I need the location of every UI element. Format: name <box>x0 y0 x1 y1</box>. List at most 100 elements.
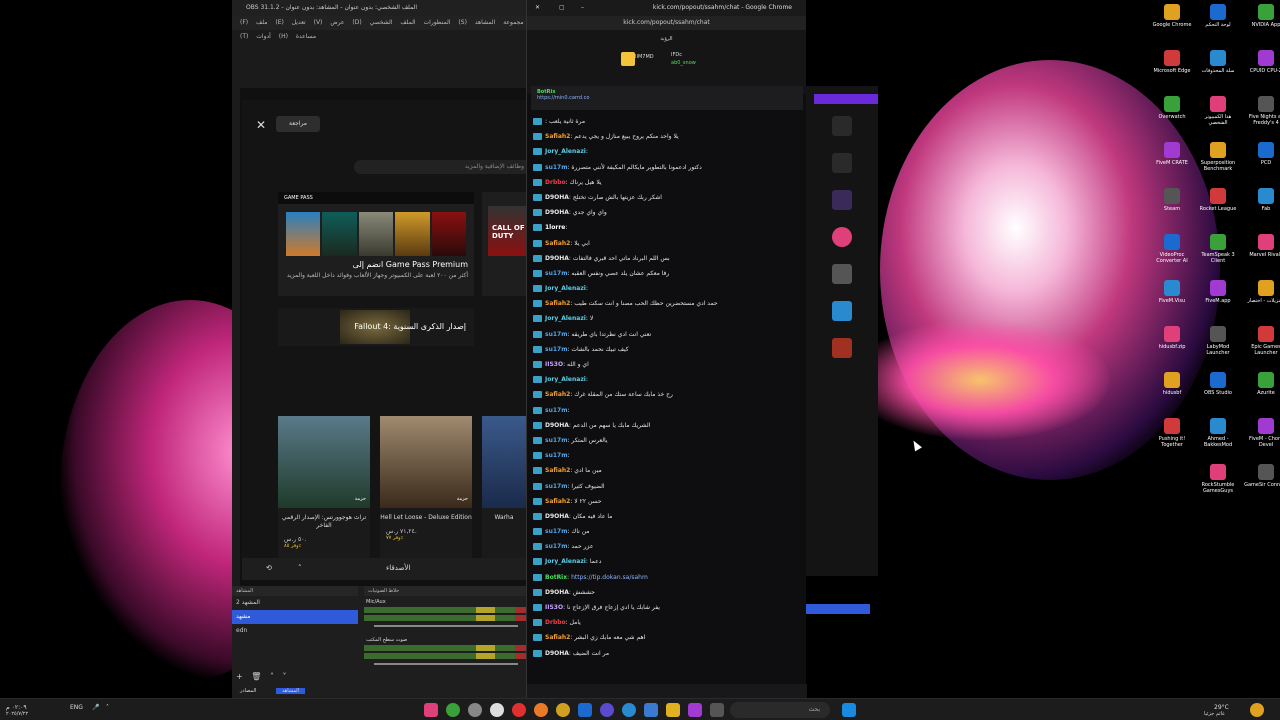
chat-username[interactable]: su17m <box>545 543 567 550</box>
desktop-shortcut[interactable]: Rocket League <box>1196 188 1240 212</box>
chat-username[interactable]: D9OHA <box>545 209 569 216</box>
chat-username[interactable]: Jory_Alenazi <box>545 558 586 565</box>
chat-username[interactable]: su17m <box>545 483 567 490</box>
scene-item[interactable]: المشهد 2 <box>232 596 358 610</box>
chat-username[interactable]: IIS3O <box>545 604 563 611</box>
game-tile-hogwarts[interactable]: حزمة تراث هوجوورتس: الإصدار الرقمي الفاخ… <box>278 416 370 560</box>
avatar[interactable] <box>832 227 852 247</box>
chevron-down-icon[interactable]: ˅ <box>283 672 287 681</box>
desktop-shortcut[interactable]: TeamSpeak 3 Client <box>1196 234 1240 264</box>
minimize-icon[interactable]: – <box>581 0 584 16</box>
chat-username[interactable]: Jory_Alenazi <box>545 376 586 383</box>
app-icon[interactable] <box>578 703 592 717</box>
friends-bar[interactable]: ⟲ ˄ الأصدقاء <box>242 558 532 580</box>
volume-slider[interactable] <box>374 663 518 665</box>
desktop-shortcut[interactable]: Microsoft Edge <box>1150 50 1194 74</box>
chat-username[interactable]: Safiah2 <box>545 391 570 398</box>
desktop-shortcut[interactable]: CPUID CPU-Z <box>1244 50 1280 74</box>
store-icon[interactable] <box>644 703 658 717</box>
chat-username[interactable]: Drbbo <box>545 179 566 186</box>
desktop-shortcut[interactable]: Pushing it! Together <box>1150 418 1194 448</box>
desktop-shortcut[interactable]: PCD <box>1244 142 1280 166</box>
chat-username[interactable]: su17m <box>545 528 567 535</box>
desktop-shortcut[interactable]: VideoProc Converter AI <box>1150 234 1194 264</box>
weather-temp[interactable]: 29°C <box>1214 704 1229 711</box>
desktop-shortcut[interactable]: Google Chrome <box>1150 4 1194 28</box>
chat-username[interactable]: su17m <box>545 437 567 444</box>
tab-sources[interactable]: المصادر <box>240 688 256 694</box>
chat-username[interactable]: Jory_Alenazi <box>545 315 586 322</box>
refresh-icon[interactable]: ⟲ <box>266 564 272 572</box>
restore-icon[interactable]: ▢ <box>559 0 565 16</box>
discord-icon[interactable] <box>600 703 614 717</box>
chat-username[interactable]: su17m <box>545 270 567 277</box>
chat-username[interactable]: Safiah2 <box>545 240 570 247</box>
desktop-shortcut[interactable]: FiveM.app <box>1196 280 1240 304</box>
desktop-shortcut[interactable]: Azurite <box>1244 372 1280 396</box>
chat-username[interactable]: D9OHA <box>545 422 569 429</box>
desktop-shortcut[interactable]: سلة المحذوفات <box>1196 50 1240 74</box>
url-bar[interactable]: kick.com/popout/ssahm/chat <box>527 16 806 30</box>
chat-username[interactable]: Safiah2 <box>545 467 570 474</box>
trash-icon[interactable]: 🗑 <box>251 672 261 681</box>
chevron-up-icon[interactable]: ˄ <box>106 704 109 711</box>
mic-icon[interactable]: 🎤 <box>92 704 99 711</box>
desktop-shortcut[interactable]: لوحة التحكم <box>1196 4 1240 28</box>
avatar[interactable] <box>832 190 852 210</box>
cod-card[interactable]: CALL OF DUTY <box>482 192 532 296</box>
chat-emote-bar[interactable] <box>527 684 807 698</box>
avatar[interactable] <box>832 301 852 321</box>
desktop-shortcut[interactable]: OBS Studio <box>1196 372 1240 396</box>
clock-time[interactable]: ٠٢:٠٩ م <box>6 704 27 711</box>
desktop-shortcut[interactable]: التنزيلات - اختصار <box>1244 280 1280 304</box>
chat-username[interactable]: Jory_Alenazi <box>545 148 586 155</box>
chat-username[interactable]: Drbbo <box>545 619 566 626</box>
desktop-shortcut[interactable]: Epic Games Launcher <box>1244 326 1280 356</box>
avatar[interactable] <box>832 264 852 284</box>
close-icon[interactable]: ✕ <box>256 118 266 132</box>
taskbar-search[interactable]: بحث <box>730 702 830 718</box>
add-icon[interactable]: + <box>236 672 243 681</box>
app-icon[interactable] <box>424 703 438 717</box>
app-icon[interactable] <box>710 703 724 717</box>
desktop-shortcut[interactable]: FiveM.Visu <box>1150 280 1194 304</box>
desktop-shortcut[interactable]: هذا الكمبيوتر الشخصي <box>1196 96 1240 126</box>
desktop-shortcut[interactable]: Ahmed - BakkesMod <box>1196 418 1240 448</box>
game-tile-hell-let-loose[interactable]: حزمة Hell Let Loose - Deluxe Edition ٧١,… <box>380 416 472 560</box>
scene-item[interactable]: edn <box>232 624 358 638</box>
chat-username[interactable]: Safiah2 <box>545 300 570 307</box>
desktop-shortcut[interactable]: FiveM - Chore Devel <box>1244 418 1280 448</box>
weather-desc[interactable]: غائم جزئيا <box>1204 711 1225 718</box>
windows-start-icon[interactable] <box>842 703 856 717</box>
chat-username[interactable]: Safiah2 <box>545 498 570 505</box>
chat-username[interactable]: D9OHA <box>545 255 569 262</box>
app-icon[interactable] <box>688 703 702 717</box>
scene-item-selected[interactable]: مشهد <box>232 610 358 624</box>
desktop-shortcut[interactable]: hidusbf <box>1150 372 1194 396</box>
chat-username[interactable]: D9OHA <box>545 513 569 520</box>
desktop-shortcut[interactable]: Marvel Rivals <box>1244 234 1280 258</box>
clock-date[interactable]: ٢٠٢٥/٧/٢٢ <box>6 711 28 718</box>
library-icon[interactable] <box>832 153 852 173</box>
chat-username[interactable]: su17m <box>545 346 567 353</box>
chat-username[interactable]: Safiah2 <box>545 133 570 140</box>
settings-icon[interactable] <box>468 703 482 717</box>
chat-username[interactable]: 1lorre <box>545 224 565 231</box>
desktop-shortcut[interactable]: RockStumble GamesGuys <box>1196 464 1240 494</box>
chat-username[interactable]: IIS3O <box>545 361 563 368</box>
chat-username[interactable]: su17m <box>545 331 567 338</box>
obs-icon[interactable] <box>490 703 504 717</box>
gamepass-card[interactable]: GAME PASS انضم إلى Game Pass Premium أكث… <box>278 192 474 296</box>
pinned-link[interactable]: https://min0.carrd.co <box>537 95 797 101</box>
desktop-shortcut[interactable]: Five Nights at Freddy's 4 <box>1244 96 1280 126</box>
desktop-shortcut[interactable]: hidusbf.zip <box>1150 326 1194 350</box>
store-search-input[interactable]: وظائف الإضافية والمزيد <box>354 160 532 174</box>
avatar[interactable] <box>832 338 852 358</box>
obs-menubar[interactable]: (F) ملف (E) تعديل (V) عرض (D) المنظورات … <box>232 16 528 40</box>
chat-username[interactable]: su17m <box>545 407 567 414</box>
chat-username[interactable]: su17m <box>545 164 567 171</box>
chat-username[interactable]: D9OHA <box>545 650 569 657</box>
desktop-shortcut[interactable]: Superposition Benchmark <box>1196 142 1240 172</box>
language-indicator[interactable]: ENG <box>70 704 83 711</box>
chat-username[interactable]: D9OHA <box>545 194 569 201</box>
